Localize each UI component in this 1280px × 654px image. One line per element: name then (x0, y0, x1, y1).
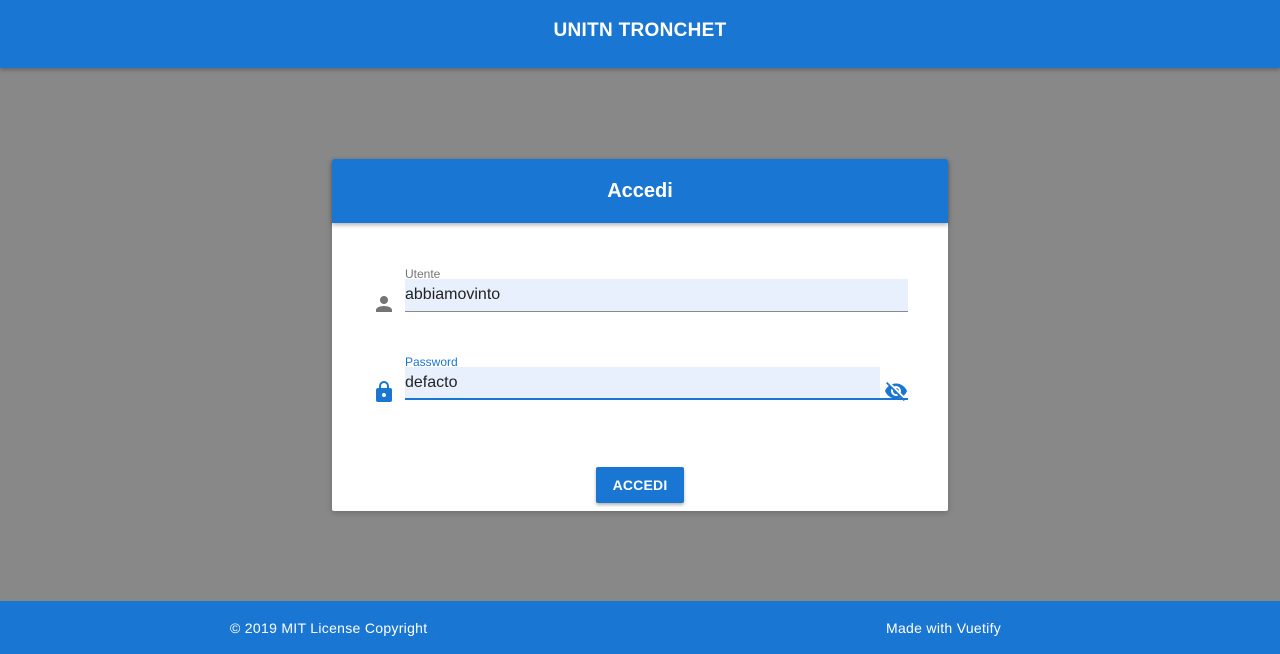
password-input-container (405, 367, 880, 399)
app-bar: UNITN TRONCHET (0, 0, 1280, 68)
login-submit-button[interactable]: ACCEDI (596, 467, 684, 503)
app-title: UNITN TRONCHET (553, 20, 727, 41)
person-icon (376, 296, 392, 312)
footer-made-with: Made with Vuetify (886, 620, 1002, 636)
login-card: Accedi Utente Password ACCEDI (332, 159, 948, 511)
footer: © 2019 MIT License Copyright Made with V… (0, 601, 1280, 654)
footer-copyright: © 2019 MIT License Copyright (230, 620, 428, 636)
password-field-underline (405, 398, 908, 400)
login-card-title: Accedi (607, 179, 673, 202)
username-input[interactable] (405, 279, 908, 311)
user-input-container (405, 279, 908, 311)
user-field: Utente (372, 267, 908, 327)
password-field: Password (372, 355, 908, 415)
password-input[interactable] (405, 367, 880, 399)
login-card-header: Accedi (332, 159, 948, 223)
lock-icon (376, 381, 392, 402)
user-field-underline (405, 311, 908, 312)
